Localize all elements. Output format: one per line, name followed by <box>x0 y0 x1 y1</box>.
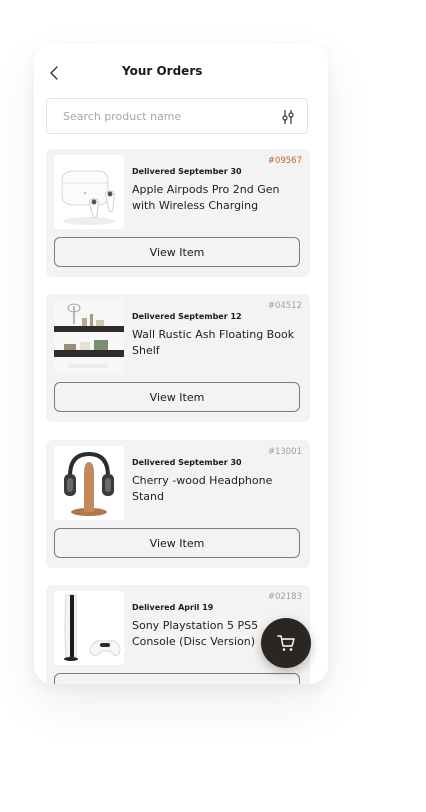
view-item-button[interactable]: View Item <box>54 382 300 412</box>
headphone-stand-image <box>54 446 124 520</box>
delivery-date: Delivered September 30 <box>132 458 242 467</box>
cart-button[interactable] <box>261 618 311 668</box>
order-id: #04512 <box>267 301 302 311</box>
order-card: #09567 Delivered September 30 Apple Airp… <box>46 149 310 277</box>
delivery-date: Delivered September 12 <box>132 312 242 321</box>
airpods-image <box>54 155 124 229</box>
delivery-date: Delivered September 30 <box>132 167 242 176</box>
search-input[interactable] <box>55 99 281 133</box>
phone-screen: Your Orders Search product name #09567 D… <box>34 44 328 684</box>
product-name: Apple Airpods Pro 2nd Gen with Wireless … <box>132 183 280 212</box>
bookshelf-image <box>54 300 124 374</box>
order-card: #13001 Delivered September 30 Cherry -wo… <box>46 440 310 568</box>
order-id: #09567 <box>267 156 302 166</box>
order-card: #04512 Delivered September 12 Wall Rusti… <box>46 294 310 422</box>
view-item-button[interactable]: View Item <box>54 528 300 558</box>
order-id: #13001 <box>267 447 302 457</box>
back-button[interactable] <box>44 62 66 84</box>
search-bar <box>46 98 308 134</box>
filter-sliders-icon <box>282 110 294 124</box>
playstation-image <box>54 591 124 665</box>
cart-icon <box>277 635 295 651</box>
product-name: Wall Rustic Ash Floating Book Shelf <box>132 328 295 357</box>
page-title: Your Orders <box>122 64 203 78</box>
order-id: #02183 <box>267 592 302 602</box>
header: Your Orders <box>34 44 328 100</box>
product-name: Cherry -wood Headphone Stand <box>132 474 273 503</box>
chevron-left-icon <box>50 66 58 80</box>
delivery-date: Delivered April 19 <box>132 603 214 612</box>
view-item-button[interactable]: View Item <box>54 673 300 684</box>
filter-button[interactable] <box>279 108 297 126</box>
view-item-button[interactable]: View Item <box>54 237 300 267</box>
